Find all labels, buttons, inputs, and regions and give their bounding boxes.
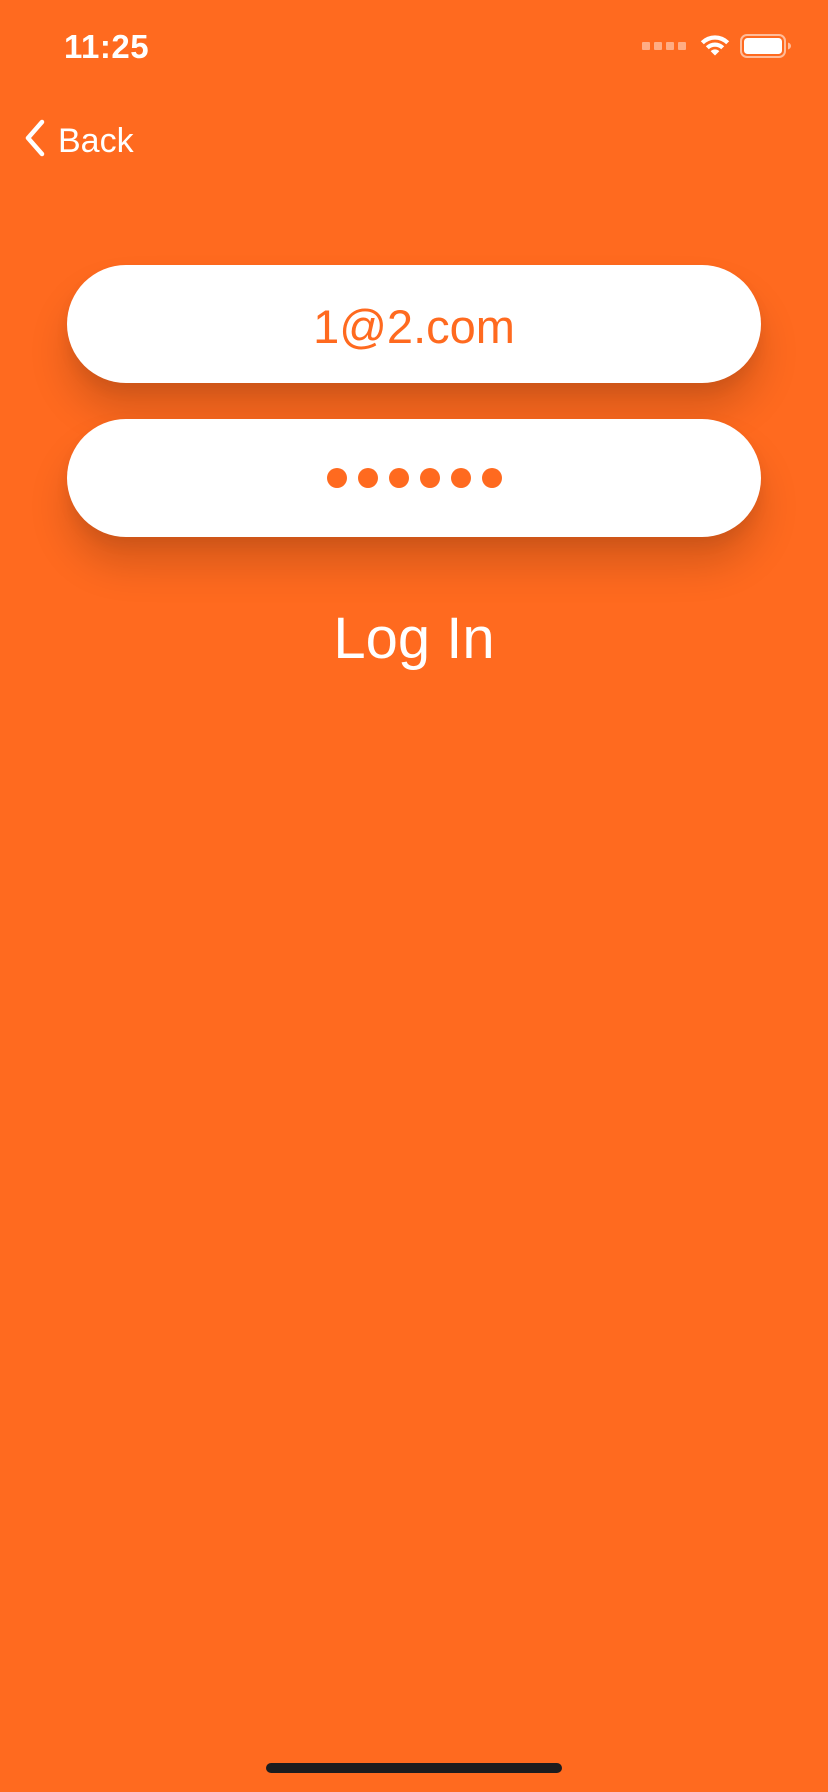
password-dot bbox=[357, 468, 378, 488]
signal-icon bbox=[642, 42, 686, 50]
status-time: 11:25 bbox=[64, 28, 150, 65]
battery-icon bbox=[740, 34, 792, 58]
password-mask bbox=[326, 468, 502, 488]
chevron-left-icon bbox=[22, 118, 48, 163]
wifi-icon bbox=[700, 35, 730, 57]
back-label: Back bbox=[58, 121, 134, 160]
status-indicators bbox=[642, 34, 792, 58]
password-dot bbox=[450, 468, 471, 488]
password-field[interactable] bbox=[67, 419, 761, 537]
home-indicator bbox=[266, 1763, 562, 1773]
password-dot bbox=[481, 468, 502, 488]
login-button[interactable]: Log In bbox=[0, 604, 828, 674]
password-dot bbox=[388, 468, 409, 488]
email-value: 1@2.com bbox=[313, 299, 515, 353]
password-dot bbox=[326, 468, 347, 488]
login-screen: 11:25 Back 1@2.com Log In bbox=[0, 0, 828, 1792]
back-button[interactable]: Back bbox=[22, 118, 134, 163]
password-dot bbox=[419, 468, 440, 488]
email-field[interactable]: 1@2.com bbox=[67, 265, 761, 383]
